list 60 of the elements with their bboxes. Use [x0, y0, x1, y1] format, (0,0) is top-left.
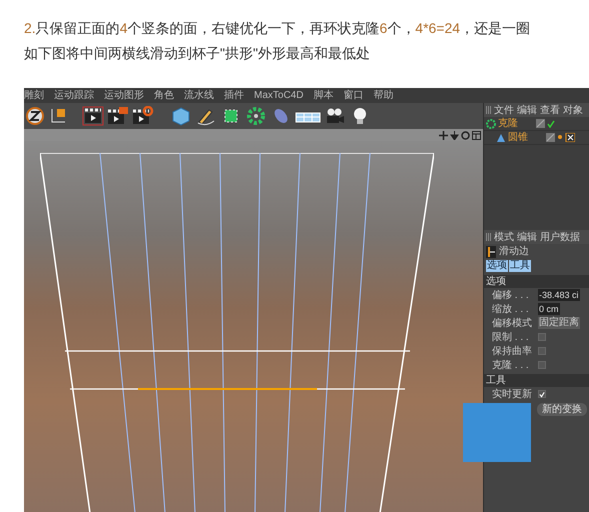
menu-item[interactable]: 用户数据: [540, 230, 580, 244]
dropdown[interactable]: 固定距离: [538, 317, 580, 329]
object-name[interactable]: 圆锥: [508, 130, 544, 145]
drag-handle-icon[interactable]: [486, 233, 491, 241]
move-icon[interactable]: [439, 130, 448, 140]
menu-item[interactable]: 雕刻: [24, 88, 44, 103]
menu-item[interactable]: 查看: [540, 102, 560, 118]
down-arrow-icon[interactable]: [450, 130, 459, 140]
menu-item[interactable]: 运动跟踪: [54, 88, 94, 103]
check-icon[interactable]: [547, 120, 555, 128]
cloner-icon: [486, 118, 496, 128]
menu-item[interactable]: 编辑: [517, 230, 537, 244]
field-label: 缩放 . . .: [492, 302, 530, 316]
menu-item[interactable]: 帮助: [373, 88, 394, 103]
menu-item[interactable]: 文件: [494, 102, 514, 118]
z-icon[interactable]: [25, 106, 45, 126]
menu-item[interactable]: 模式: [494, 230, 514, 244]
flower-icon[interactable]: [245, 106, 267, 126]
field-label: 克隆 . . .: [492, 358, 530, 372]
section-header: 选项: [484, 275, 589, 288]
rotate-icon[interactable]: [461, 130, 470, 140]
section-header: 工具: [484, 374, 589, 387]
clapboard-icon[interactable]: [107, 106, 129, 126]
menu-item[interactable]: 角色: [154, 88, 174, 103]
picture-placeholder: [463, 403, 531, 462]
menu-item[interactable]: 运动图形: [104, 88, 144, 103]
menu-item[interactable]: 窗口: [343, 88, 364, 103]
transform-button[interactable]: 新的变换: [537, 402, 587, 416]
menu-item[interactable]: 流水线: [184, 88, 214, 103]
field-label: 保持曲率: [492, 344, 533, 358]
tab[interactable]: 选项: [486, 260, 508, 272]
checkbox[interactable]: [538, 361, 546, 369]
field-label: 偏移模式: [492, 316, 533, 330]
menu-item[interactable]: 对象: [563, 102, 583, 118]
tab[interactable]: 工具: [509, 260, 531, 272]
field-label: 实时更新: [492, 388, 533, 402]
drag-handle-icon[interactable]: [486, 106, 491, 114]
slide-edge-icon: [486, 246, 496, 258]
field-label: 限制 . . .: [492, 330, 530, 344]
camera-icon[interactable]: [324, 106, 346, 126]
cone-icon: [496, 132, 506, 142]
cube-icon[interactable]: [170, 106, 192, 126]
clapboard-icon[interactable]: [82, 106, 104, 126]
window-icon[interactable]: [472, 130, 481, 140]
number-field[interactable]: -38.483 ci: [538, 289, 580, 301]
checkbox[interactable]: [538, 390, 546, 398]
checkbox[interactable]: [538, 333, 546, 341]
menu-item[interactable]: MaxToC4D: [254, 88, 304, 103]
object-name[interactable]: 克隆: [498, 116, 534, 131]
checkbox[interactable]: [538, 347, 546, 355]
field-label: 偏移 . . .: [492, 288, 530, 302]
menu-item[interactable]: 编辑: [517, 102, 537, 118]
menu-item[interactable]: 脚本: [313, 88, 334, 103]
article-text: 如下图将中间两横线滑动到杯子"拱形"外形最高和最低处: [24, 44, 371, 63]
number-field[interactable]: 0 cm: [538, 303, 560, 315]
tag-icon[interactable]: [557, 133, 575, 142]
clapboard-gear-icon[interactable]: [132, 106, 154, 126]
article-text: 2.只保留正面的4个竖条的面，右键优化一下，再环状克隆6个，4*6=24，还是一圈: [24, 19, 532, 38]
menu-item[interactable]: 插件: [224, 88, 244, 103]
tool-name: 滑动边: [499, 244, 529, 259]
